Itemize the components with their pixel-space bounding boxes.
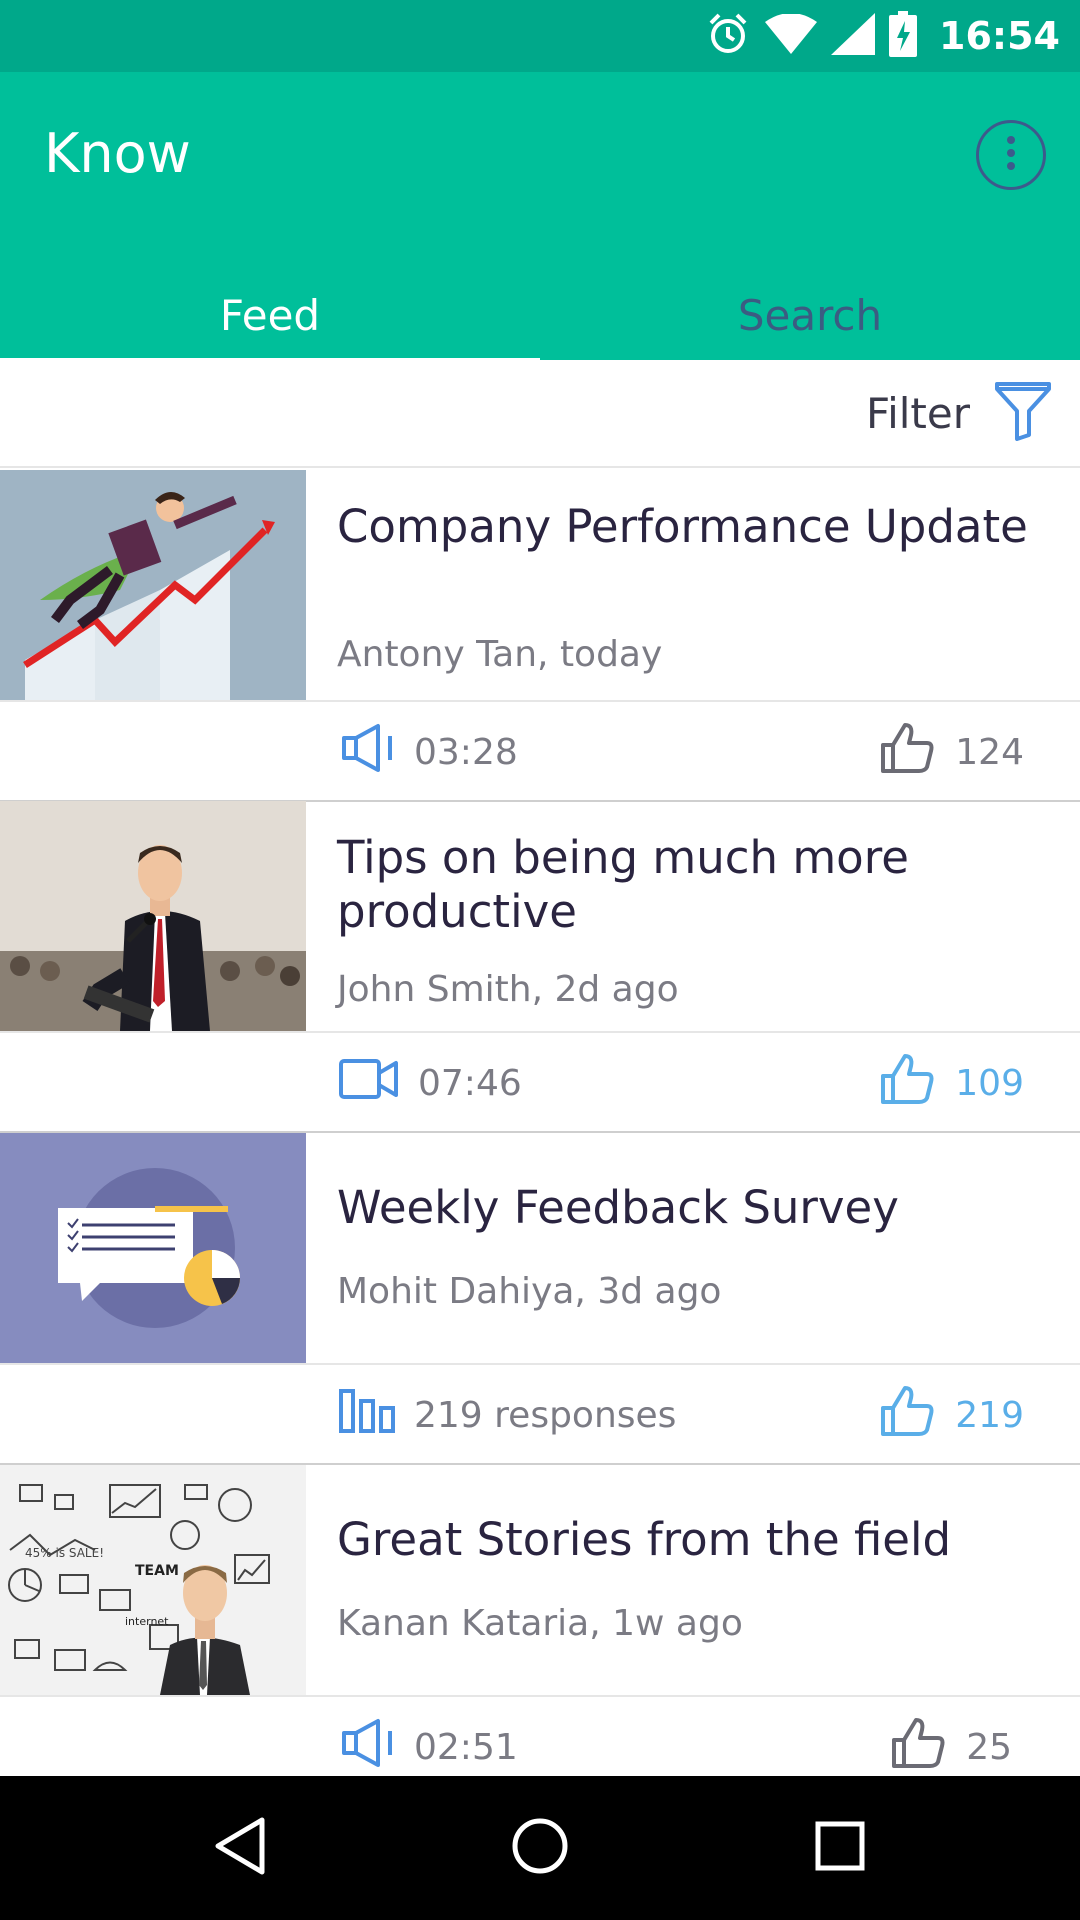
card-thumbnail (0, 1133, 306, 1363)
card-stat-text: 03:28 (414, 731, 518, 773)
svg-text:internet: internet (125, 1615, 169, 1628)
card-author-time: Kanan Kataria, 1w ago (337, 1603, 743, 1644)
battery-charging-icon (889, 11, 918, 61)
app-title: Know (44, 122, 191, 185)
back-icon (212, 1816, 268, 1880)
card-thumbnail (0, 801, 306, 1031)
filter-bar: Filter (0, 360, 1080, 468)
card-divider (0, 1363, 1080, 1365)
thumbs-up-icon (879, 721, 935, 784)
like-button[interactable]: 25 (890, 1713, 1012, 1781)
recents-button[interactable] (804, 1812, 876, 1884)
thumbs-up-icon (890, 1716, 946, 1779)
feed-card[interactable]: Weekly Feedback Survey Mohit Dahiya, 3d … (0, 1133, 1080, 1465)
thumbs-up-icon (879, 1384, 935, 1447)
like-count: 219 (955, 1394, 1024, 1436)
back-button[interactable] (204, 1812, 276, 1884)
card-stat-text: 07:46 (418, 1062, 522, 1104)
svg-text:TEAM: TEAM (135, 1563, 179, 1579)
card-stat-text: 02:51 (414, 1726, 518, 1768)
card-divider (0, 1695, 1080, 1697)
signal-icon (831, 13, 876, 59)
bar-chart-icon (338, 1388, 396, 1443)
filter-button[interactable]: Filter (866, 389, 970, 438)
feed-card[interactable]: Company Performance Update Antony Tan, t… (0, 470, 1080, 802)
card-title: Great Stories from the field (337, 1513, 952, 1566)
card-title: Tips on being much more productive (337, 831, 909, 938)
card-responses: 219 responses (338, 1381, 676, 1449)
home-button[interactable] (504, 1812, 576, 1884)
feed-card[interactable]: 45% is SALE! TEAM internet Great Stories… (0, 1465, 1080, 1797)
like-count: 124 (955, 731, 1024, 773)
card-author-time: Mohit Dahiya, 3d ago (337, 1271, 722, 1312)
status-bar: 16:54 (0, 0, 1080, 72)
video-camera-icon (338, 1057, 400, 1110)
tab-bar: Feed Search (0, 270, 1080, 366)
status-icons: 16:54 (705, 0, 1060, 72)
wifi-icon (765, 13, 818, 58)
status-time: 16:54 (939, 14, 1060, 58)
funnel-icon[interactable] (994, 381, 1052, 445)
card-duration: 03:28 (340, 718, 518, 786)
recents-icon (814, 1820, 866, 1876)
feed-card[interactable]: Tips on being much more productive John … (0, 801, 1080, 1133)
like-count: 25 (966, 1726, 1012, 1768)
card-duration: 07:46 (338, 1049, 522, 1117)
speaker-icon (340, 1717, 396, 1778)
more-vert-icon (1005, 135, 1017, 175)
thumbs-up-icon (879, 1052, 935, 1115)
card-duration: 02:51 (340, 1713, 518, 1781)
tab-feed[interactable]: Feed (0, 270, 540, 360)
tab-search[interactable]: Search (540, 270, 1080, 360)
alarm-icon (705, 11, 751, 61)
app-bar: Know Feed Search (0, 72, 1080, 366)
like-count: 109 (955, 1062, 1024, 1104)
card-thumbnail (0, 470, 306, 700)
card-thumbnail: 45% is SALE! TEAM internet (0, 1465, 306, 1695)
tab-search-label: Search (737, 290, 883, 340)
card-stat-text: 219 responses (414, 1394, 677, 1436)
tab-feed-label: Feed (219, 290, 321, 340)
home-icon (510, 1816, 570, 1880)
like-button[interactable]: 109 (879, 1049, 1024, 1117)
svg-text:45% is SALE!: 45% is SALE! (25, 1546, 104, 1560)
more-options-button[interactable] (976, 120, 1046, 190)
card-title: Weekly Feedback Survey (337, 1181, 899, 1234)
card-author-time: John Smith, 2d ago (337, 969, 679, 1010)
card-divider (0, 1031, 1080, 1033)
speaker-icon (340, 722, 396, 783)
like-button[interactable]: 124 (879, 718, 1024, 786)
card-divider (0, 700, 1080, 702)
system-nav-bar (0, 1776, 1080, 1920)
card-author-time: Antony Tan, today (337, 634, 663, 675)
card-title: Company Performance Update (337, 500, 1028, 553)
like-button[interactable]: 219 (879, 1381, 1024, 1449)
